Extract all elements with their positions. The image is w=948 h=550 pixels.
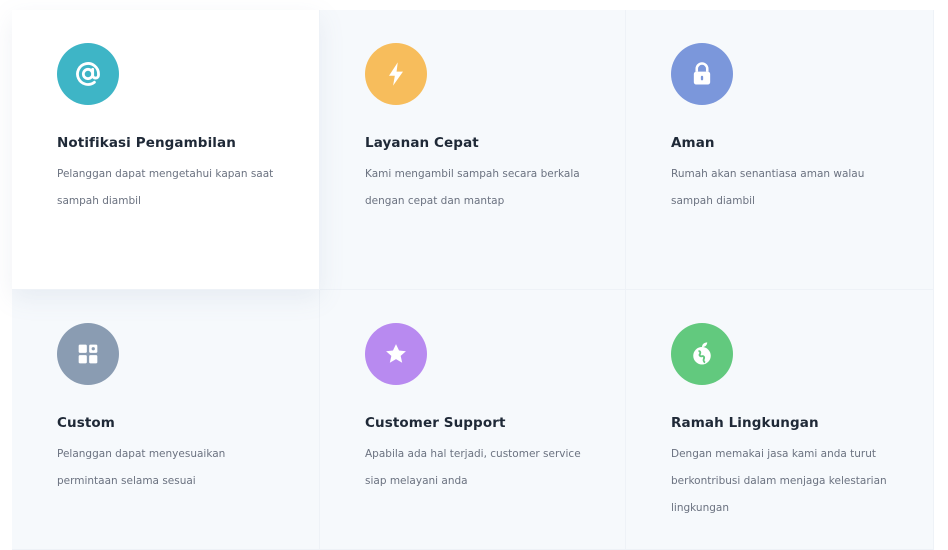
star-icon bbox=[365, 323, 427, 385]
feature-card-notifikasi[interactable]: Notifikasi Pengambilan Pelanggan dapat m… bbox=[12, 10, 320, 290]
feature-description: Pelanggan dapat mengetahui kapan saat sa… bbox=[57, 168, 274, 207]
feature-title: Customer Support bbox=[365, 415, 506, 431]
feature-description: Dengan memakai jasa kami anda turut berk… bbox=[671, 448, 887, 514]
feature-description: Apabila ada hal terjadi, customer servic… bbox=[365, 448, 581, 487]
feature-card-custom[interactable]: Custom Pelanggan dapat menyesuaikan perm… bbox=[12, 290, 320, 550]
feature-description: Pelanggan dapat menyesuaikan permintaan … bbox=[57, 448, 226, 487]
lightning-icon bbox=[365, 43, 427, 105]
feature-card-customer-support[interactable]: Customer Support Apabila ada hal terjadi… bbox=[320, 290, 626, 550]
feature-title: Ramah Lingkungan bbox=[671, 415, 819, 431]
puzzle-icon bbox=[57, 323, 119, 385]
lock-icon bbox=[671, 43, 733, 105]
feature-card-ramah-lingkungan[interactable]: Ramah Lingkungan Dengan memakai jasa kam… bbox=[626, 290, 934, 550]
feature-card-layanan-cepat[interactable]: Layanan Cepat Kami mengambil sampah seca… bbox=[320, 10, 626, 290]
feature-description: Kami mengambil sampah secara berkala den… bbox=[365, 168, 580, 207]
eco-globe-icon bbox=[671, 323, 733, 385]
feature-title: Layanan Cepat bbox=[365, 135, 479, 151]
feature-title: Notifikasi Pengambilan bbox=[57, 135, 236, 151]
feature-title: Aman bbox=[671, 135, 715, 151]
feature-title: Custom bbox=[57, 415, 115, 431]
feature-description: Rumah akan senantiasa aman walau sampah … bbox=[671, 168, 865, 207]
features-grid: Notifikasi Pengambilan Pelanggan dapat m… bbox=[12, 10, 934, 550]
feature-card-aman[interactable]: Aman Rumah akan senantiasa aman walau sa… bbox=[626, 10, 934, 290]
at-sign-icon bbox=[57, 43, 119, 105]
